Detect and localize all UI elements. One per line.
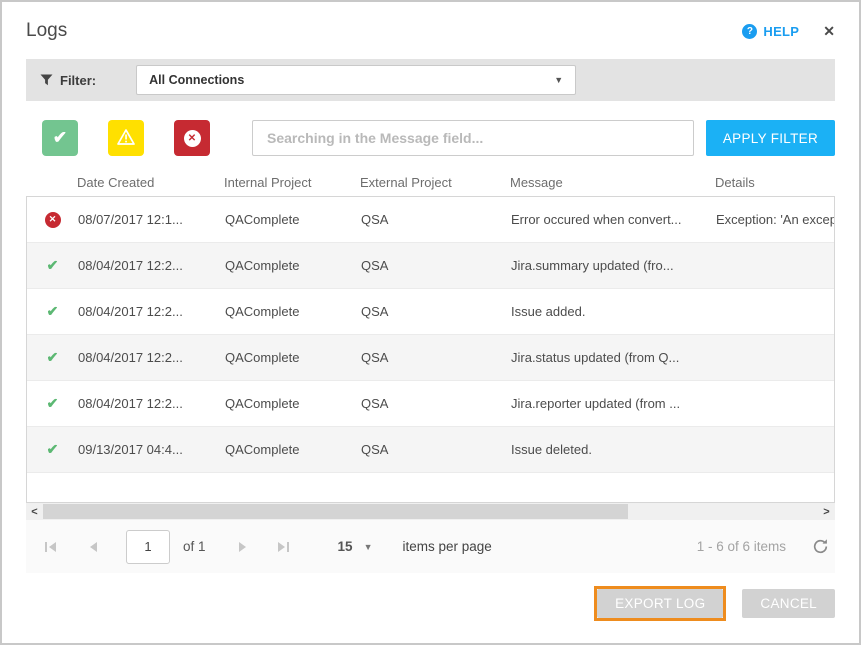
help-icon: ?: [742, 24, 757, 39]
status-cell: ✔: [27, 395, 78, 412]
cell-internal-project: QAComplete: [225, 304, 361, 319]
cell-details: Exception: 'An excep: [716, 212, 834, 227]
success-status-icon: ✔: [47, 395, 59, 412]
cell-message: Issue deleted.: [511, 442, 716, 457]
cell-external-project: QSA: [361, 442, 511, 457]
close-icon[interactable]: ✕: [823, 23, 835, 40]
error-circle-icon: ✕: [184, 130, 201, 147]
success-status-icon: ✔: [47, 441, 59, 458]
cell-internal-project: QAComplete: [225, 396, 361, 411]
page-size-value: 15: [338, 539, 353, 554]
cell-date-created: 09/13/2017 04:4...: [78, 442, 225, 457]
help-link[interactable]: ? HELP: [742, 24, 799, 39]
status-cell: ✔: [27, 441, 78, 458]
status-toolbar: ✔ ✕ APPLY FILTER: [26, 120, 835, 156]
scroll-left-icon[interactable]: <: [26, 503, 43, 520]
export-log-highlight: EXPORT LOG: [594, 586, 726, 621]
column-internal-project[interactable]: Internal Project: [224, 175, 360, 190]
status-cell: ✔: [27, 303, 78, 320]
cell-internal-project: QAComplete: [225, 442, 361, 457]
apply-filter-button[interactable]: APPLY FILTER: [706, 120, 835, 156]
scroll-right-icon[interactable]: >: [818, 503, 835, 520]
error-status-icon: ✕: [45, 212, 61, 228]
items-per-page-label: items per page: [402, 539, 491, 554]
table-row[interactable]: ✔ 08/04/2017 12:2... QAComplete QSA Issu…: [27, 289, 834, 335]
cell-internal-project: QAComplete: [225, 212, 361, 227]
dialog-header: Logs ? HELP ✕: [2, 2, 859, 57]
header-controls: ? HELP ✕: [742, 23, 835, 40]
column-date-created[interactable]: Date Created: [77, 175, 224, 190]
success-filter-button[interactable]: ✔: [42, 120, 78, 156]
refresh-icon[interactable]: [812, 538, 829, 555]
warning-filter-button[interactable]: [108, 120, 144, 156]
logs-dialog: Logs ? HELP ✕ Filter: All Connections ▼ …: [0, 0, 861, 645]
cell-internal-project: QAComplete: [225, 350, 361, 365]
cell-message: Jira.status updated (from Q...: [511, 350, 716, 365]
success-status-icon: ✔: [47, 257, 59, 274]
cell-date-created: 08/04/2017 12:2...: [78, 304, 225, 319]
first-page-button[interactable]: [44, 541, 58, 553]
next-page-button[interactable]: [238, 541, 248, 553]
previous-page-button[interactable]: [88, 541, 98, 553]
success-status-icon: ✔: [47, 349, 59, 366]
page-number-input[interactable]: [126, 530, 170, 564]
column-details[interactable]: Details: [715, 175, 835, 190]
status-cell: ✔: [27, 257, 78, 274]
scrollbar-thumb[interactable]: [43, 504, 628, 519]
error-filter-button[interactable]: ✕: [174, 120, 210, 156]
page-title: Logs: [26, 20, 67, 42]
pager-bar: of 1 15 ▼ items per page 1 - 6 of 6 item…: [26, 520, 835, 573]
filter-bar: Filter: All Connections ▼: [26, 59, 835, 101]
cell-external-project: QSA: [361, 258, 511, 273]
connection-filter-value: All Connections: [149, 73, 244, 87]
chevron-down-icon: ▼: [554, 75, 563, 85]
warning-triangle-icon: [116, 128, 136, 149]
table-row[interactable]: ✔ 08/04/2017 12:2... QAComplete QSA Jira…: [27, 381, 834, 427]
connection-filter-dropdown[interactable]: All Connections ▼: [136, 65, 576, 95]
page-count-label: of 1: [183, 539, 206, 554]
help-label: HELP: [763, 24, 799, 39]
export-log-button[interactable]: EXPORT LOG: [597, 589, 723, 618]
log-table-body: ✕ 08/07/2017 12:1... QAComplete QSA Erro…: [26, 196, 835, 503]
table-row[interactable]: ✕ 08/07/2017 12:1... QAComplete QSA Erro…: [27, 197, 834, 243]
cell-message: Error occured when convert...: [511, 212, 716, 227]
check-icon: ✔: [53, 128, 67, 148]
cell-internal-project: QAComplete: [225, 258, 361, 273]
items-range-label: 1 - 6 of 6 items: [697, 539, 786, 554]
cell-external-project: QSA: [361, 304, 511, 319]
cell-date-created: 08/07/2017 12:1...: [78, 212, 225, 227]
log-table: Date Created Internal Project External P…: [26, 169, 835, 503]
cell-date-created: 08/04/2017 12:2...: [78, 396, 225, 411]
filter-funnel-icon: [40, 74, 53, 86]
cell-date-created: 08/04/2017 12:2...: [78, 258, 225, 273]
cell-external-project: QSA: [361, 350, 511, 365]
cell-external-project: QSA: [361, 396, 511, 411]
page-size-dropdown[interactable]: 15 ▼: [338, 539, 373, 554]
column-message[interactable]: Message: [510, 175, 715, 190]
dialog-footer: EXPORT LOG CANCEL: [2, 573, 859, 621]
success-status-icon: ✔: [47, 303, 59, 320]
search-input[interactable]: [252, 120, 694, 156]
table-row[interactable]: ✔ 08/04/2017 12:2... QAComplete QSA Jira…: [27, 243, 834, 289]
status-cell: ✔: [27, 349, 78, 366]
cell-external-project: QSA: [361, 212, 511, 227]
table-row[interactable]: ✔ 09/13/2017 04:4... QAComplete QSA Issu…: [27, 427, 834, 473]
cell-date-created: 08/04/2017 12:2...: [78, 350, 225, 365]
chevron-down-icon: ▼: [364, 542, 373, 552]
filter-label: Filter:: [60, 73, 96, 88]
cancel-button[interactable]: CANCEL: [742, 589, 835, 618]
status-cell: ✕: [27, 212, 78, 228]
cell-message: Jira.reporter updated (from ...: [511, 396, 716, 411]
cell-message: Jira.summary updated (fro...: [511, 258, 716, 273]
cell-message: Issue added.: [511, 304, 716, 319]
column-external-project[interactable]: External Project: [360, 175, 510, 190]
table-row[interactable]: ✔ 08/04/2017 12:2... QAComplete QSA Jira…: [27, 335, 834, 381]
horizontal-scrollbar[interactable]: < >: [26, 503, 835, 520]
table-header: Date Created Internal Project External P…: [26, 169, 835, 196]
last-page-button[interactable]: [276, 541, 290, 553]
